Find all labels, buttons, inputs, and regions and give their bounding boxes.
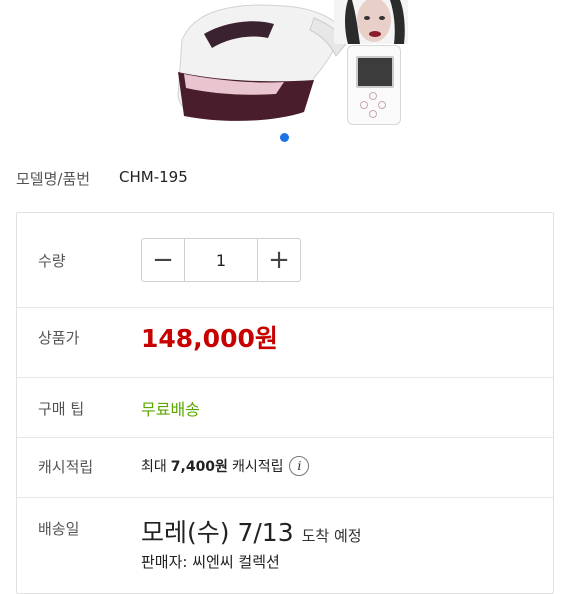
purchase-tip-label: 구매 팁: [38, 400, 85, 418]
cashback-prefix: 최대: [141, 459, 167, 475]
delivery-note: 도착 예정: [301, 527, 362, 545]
info-icon[interactable]: i: [289, 456, 310, 476]
delivery-date: 모레(수) 7/13: [141, 518, 294, 547]
delivery-label: 배송일: [38, 520, 80, 538]
model-number-row: 모델명/품번 CHM-195: [16, 168, 188, 189]
model-number-label: 모델명/품번: [16, 170, 91, 188]
product-image-carousel[interactable]: [0, 0, 568, 150]
price-label: 상품가: [38, 329, 80, 347]
quantity-section: 수량 − 1 +: [17, 213, 553, 308]
free-shipping-text: 무료배송: [141, 400, 200, 419]
decrease-quantity-button[interactable]: −: [142, 239, 184, 281]
price-section: 상품가 148,000원: [17, 307, 553, 378]
purchase-tip-section: 구매 팁 무료배송: [17, 377, 553, 438]
cashback-info: 최대 7,400원 캐시적립 i: [141, 456, 310, 476]
quantity-label: 수량: [38, 252, 66, 270]
carousel-indicator-active[interactable]: [280, 133, 289, 142]
cashback-label: 캐시적립: [38, 458, 94, 476]
purchase-options-panel: 수량 − 1 + 상품가 148,000원 구매 팁 무료배송 캐시적립 최대 …: [16, 212, 554, 594]
remote-control-image: [347, 45, 401, 125]
model-number-value: CHM-195: [119, 168, 188, 186]
increase-quantity-button[interactable]: +: [258, 239, 300, 281]
delivery-date-row: 모레(수) 7/13 도착 예정: [141, 513, 362, 549]
quantity-value[interactable]: 1: [184, 239, 258, 281]
head-massager-image: [177, 4, 347, 121]
cashback-amount: 7,400원: [170, 459, 228, 475]
seller-name[interactable]: 판매자: 씨엔씨 컬렉션: [141, 551, 280, 572]
cashback-suffix: 캐시적립: [231, 459, 284, 475]
model-portrait-image: [334, 0, 408, 44]
cashback-section: 캐시적립 최대 7,400원 캐시적립 i: [17, 437, 553, 498]
price-value: 148,000원: [141, 324, 278, 353]
quantity-stepper[interactable]: − 1 +: [141, 238, 301, 282]
